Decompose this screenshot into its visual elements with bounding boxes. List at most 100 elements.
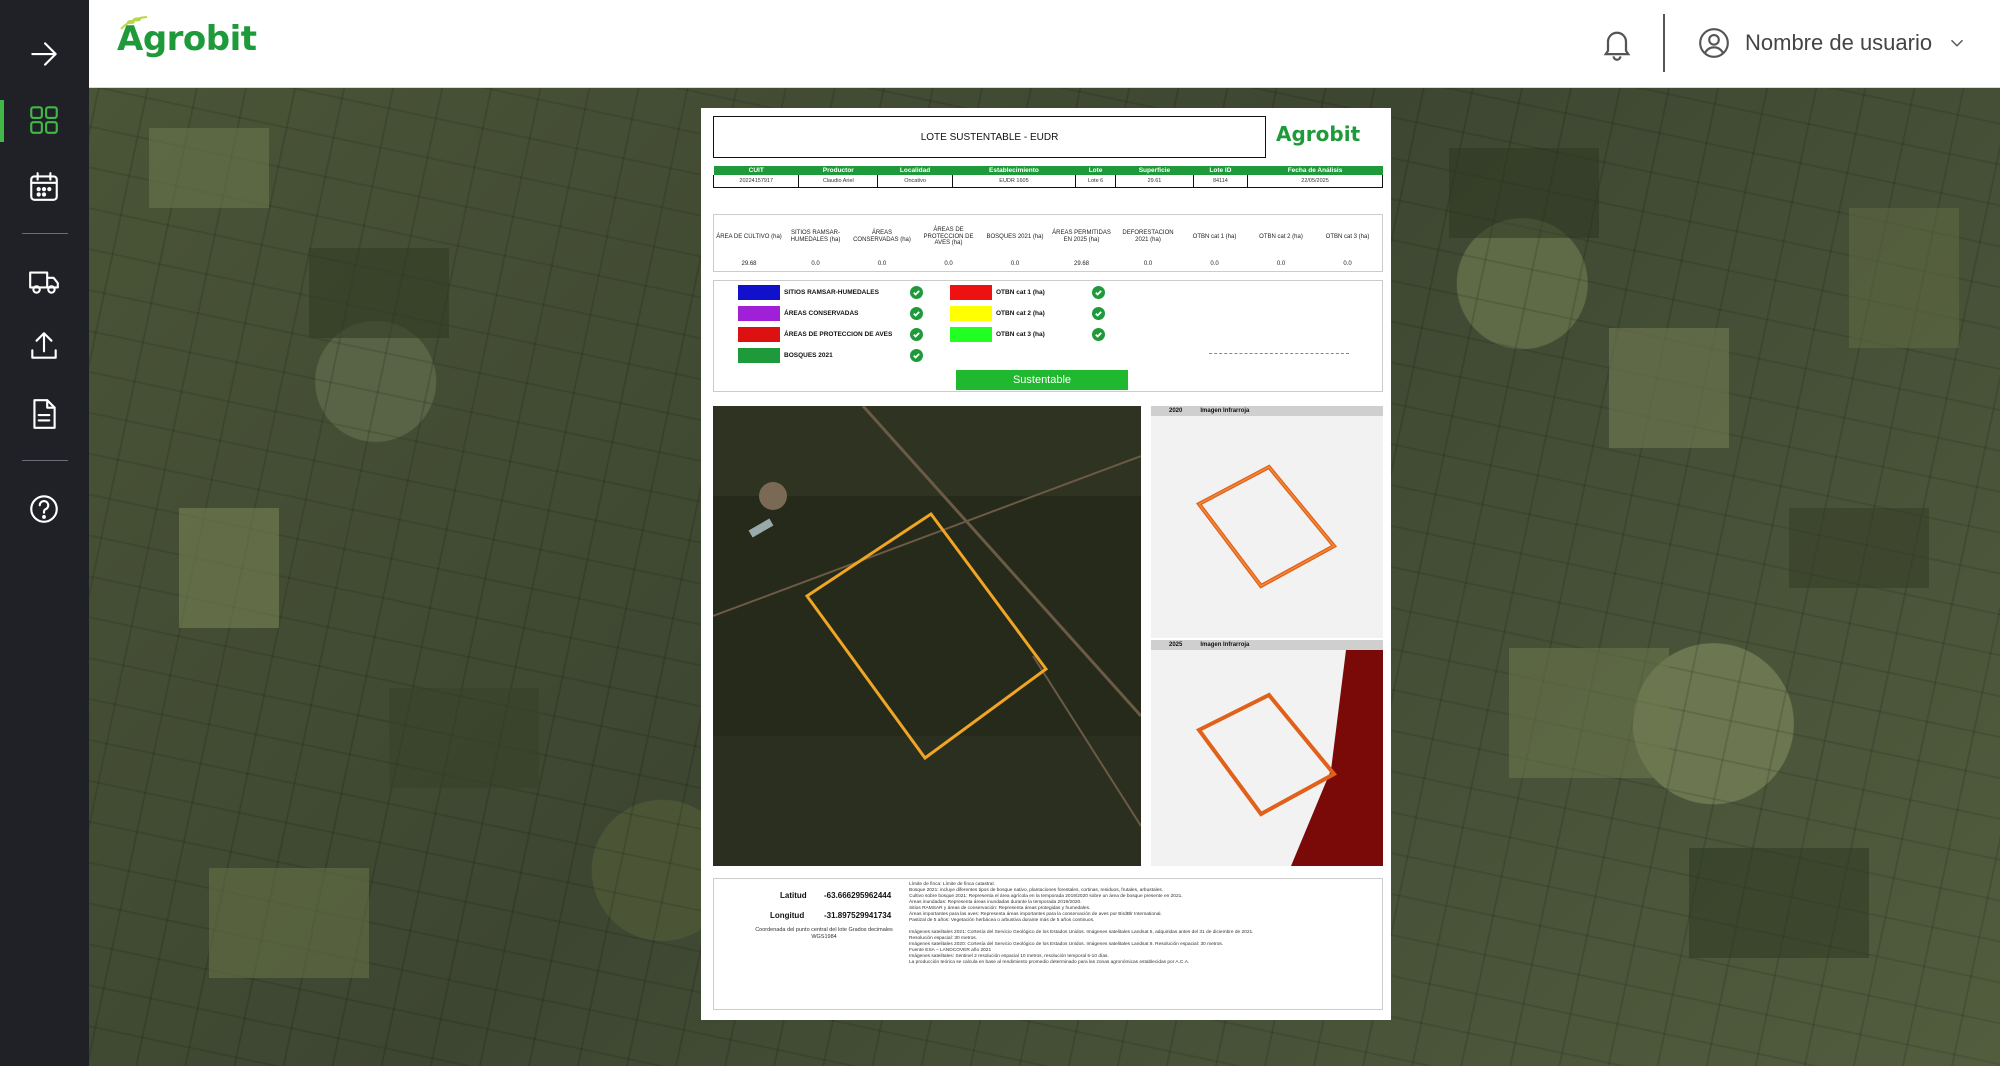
metric-value: 0.0 — [1010, 261, 1020, 267]
metric-label: ÁREAS CONSERVADAS (ha) — [853, 230, 911, 243]
metric-value: 0.0 — [877, 261, 887, 267]
metric-column: ÁREA DE CULTIVO (ha) 29.68 — [716, 223, 782, 267]
legend-item: ÁREAS CONSERVADAS — [738, 306, 859, 321]
metric-label: DEFORESTACION 2021 (ha) — [1122, 230, 1174, 243]
nav-upload[interactable] — [22, 324, 66, 368]
lat-label: Latitud — [780, 891, 807, 900]
legend-label: BOSQUES 2021 — [784, 352, 833, 359]
info-header: Localidad — [877, 166, 953, 175]
metrics-panel: ÁREA DE CULTIVO (ha) 29.68 SITIOS RAMSAR-H… — [713, 214, 1383, 272]
info-header: Lote — [1075, 166, 1116, 175]
ir-2020-header: 2020 Imagen Infrarroja — [1151, 406, 1383, 416]
metric-label: OTBN cat 2 (ha) — [1259, 233, 1303, 240]
info-header: Establecimiento — [952, 166, 1076, 175]
legend-label: OTBN cat 2 (ha) — [996, 310, 1045, 317]
nav-help[interactable] — [22, 487, 66, 531]
document-icon — [33, 399, 56, 429]
map-field — [149, 128, 269, 208]
info-value: 84114 — [1192, 175, 1248, 188]
legend-swatch — [738, 348, 780, 363]
sidebar — [0, 0, 89, 1066]
info-header: CUIT — [713, 166, 799, 175]
info-header: Productor — [798, 166, 878, 175]
lon-label: Longitud — [770, 911, 805, 920]
dashed-line — [1209, 353, 1349, 354]
arrow-right-icon — [31, 42, 57, 66]
map-field — [1449, 148, 1599, 238]
user-menu[interactable]: Nombre de usuario — [1697, 26, 1968, 60]
legend-item: OTBN cat 3 (ha) — [950, 327, 1045, 342]
legend-swatch — [950, 327, 992, 342]
nav-logistics[interactable] — [22, 259, 66, 303]
metric-label: ÁREAS DE PROTECCION DE AVES (ha) — [923, 226, 974, 247]
active-indicator — [0, 100, 4, 142]
sidebar-divider — [22, 233, 68, 234]
legend-panel: Sustentable SITIOS RAMSAR-HUMEDALES ÁREAS… — [713, 280, 1383, 392]
map-field — [1789, 508, 1929, 588]
metric-label: ÁREA DE CULTIVO (ha) — [716, 233, 782, 240]
info-value: 20224157917 — [712, 175, 799, 188]
check-icon — [910, 349, 923, 362]
info-value: Claudio Ariel — [798, 175, 878, 188]
metric-value: 0.0 — [1343, 261, 1352, 267]
legend-label: SITIOS RAMSAR-HUMEDALES — [784, 289, 879, 296]
notifications-button[interactable] — [1599, 26, 1635, 62]
note-line: La producción teórica se calcula en base… — [909, 959, 1190, 965]
eudr-report: LOTE SUSTENTABLE - EUDR Agrobit CUIT Prod… — [701, 108, 1391, 1020]
dashboard-icon — [30, 106, 58, 134]
check-icon — [1092, 286, 1105, 299]
map-field — [1609, 328, 1729, 448]
report-logo: Agrobit — [1276, 122, 1361, 146]
ir-2025-header: 2025 Imagen Infrarroja — [1151, 640, 1383, 650]
metric-label: SITIOS RAMSAR-HUMEDALES (ha) — [790, 230, 841, 243]
satellite-image — [713, 406, 1141, 866]
check-icon — [910, 307, 923, 320]
help-icon — [30, 495, 58, 523]
nav-dashboard[interactable] — [22, 98, 66, 142]
legend-label: ÁREAS DE PROTECCION DE AVES — [784, 331, 893, 338]
nav-reports[interactable] — [22, 392, 66, 436]
sidebar-divider — [22, 460, 68, 461]
metric-column: OTBN cat 2 (ha) 0.0 — [1248, 223, 1314, 267]
metric-value: 29.68 — [741, 261, 757, 267]
check-icon — [1092, 307, 1105, 320]
legend-item: BOSQUES 2021 — [738, 348, 833, 363]
ir-2025-image — [1151, 650, 1383, 866]
coordinates-panel: Latitud -63.666295962444 Longitud -31.89… — [713, 878, 1383, 1010]
check-icon — [910, 286, 923, 299]
legend-item: ÁREAS DE PROTECCION DE AVES — [738, 327, 892, 342]
sustainability-status: Sustentable — [956, 370, 1128, 390]
ir-2025-label: Imagen Infrarroja — [1200, 642, 1250, 648]
check-icon — [910, 328, 923, 341]
chevron-down-icon — [1951, 39, 1964, 47]
metric-label: ÁREAS PERMITIDAS EN 2025 (ha) — [1052, 230, 1111, 243]
metric-label: OTBN cat 1 (ha) — [1192, 233, 1237, 240]
legend-item: SITIOS RAMSAR-HUMEDALES — [738, 285, 879, 300]
ir-2020-image — [1151, 416, 1383, 638]
metric-column: OTBN cat 1 (ha) 0.0 — [1182, 223, 1248, 267]
agrobit-logo[interactable]: Agrobit — [117, 16, 257, 56]
nav-calendar[interactable] — [22, 165, 66, 209]
map-field — [309, 248, 449, 338]
metric-column: ÁREAS PERMITIDAS EN 2025 (ha) 29.68 — [1049, 223, 1115, 267]
info-value: 22/05/2025 — [1247, 175, 1383, 188]
lat-value: -63.666295962444 — [824, 891, 892, 900]
user-icon — [1699, 28, 1729, 58]
metric-value: 0.0 — [1276, 261, 1286, 267]
info-header: Superficie — [1115, 166, 1194, 175]
metric-column: ÁREAS CONSERVADAS (ha) 0.0 — [849, 223, 915, 267]
calendar-icon — [30, 172, 58, 201]
header-divider — [1663, 14, 1665, 72]
metric-column: DEFORESTACION 2021 (ha) 0.0 — [1115, 223, 1181, 267]
legend-item: OTBN cat 2 (ha) — [950, 306, 1045, 321]
truck-icon — [29, 271, 59, 294]
expand-sidebar-button[interactable] — [22, 32, 66, 76]
metric-value: 0.0 — [944, 261, 953, 267]
metric-label: OTBN cat 3 (ha) — [1325, 233, 1370, 240]
metric-label: BOSQUES 2021 (ha) — [986, 233, 1044, 240]
info-value: EUDR 1605 — [951, 175, 1076, 188]
lon-value: -31.897529941734 — [824, 911, 892, 920]
top-header: Agrobit Nombre de usuario — [89, 0, 2000, 88]
metric-column: OTBN cat 3 (ha) 0.0 — [1315, 223, 1381, 267]
map-field — [1849, 208, 1959, 348]
